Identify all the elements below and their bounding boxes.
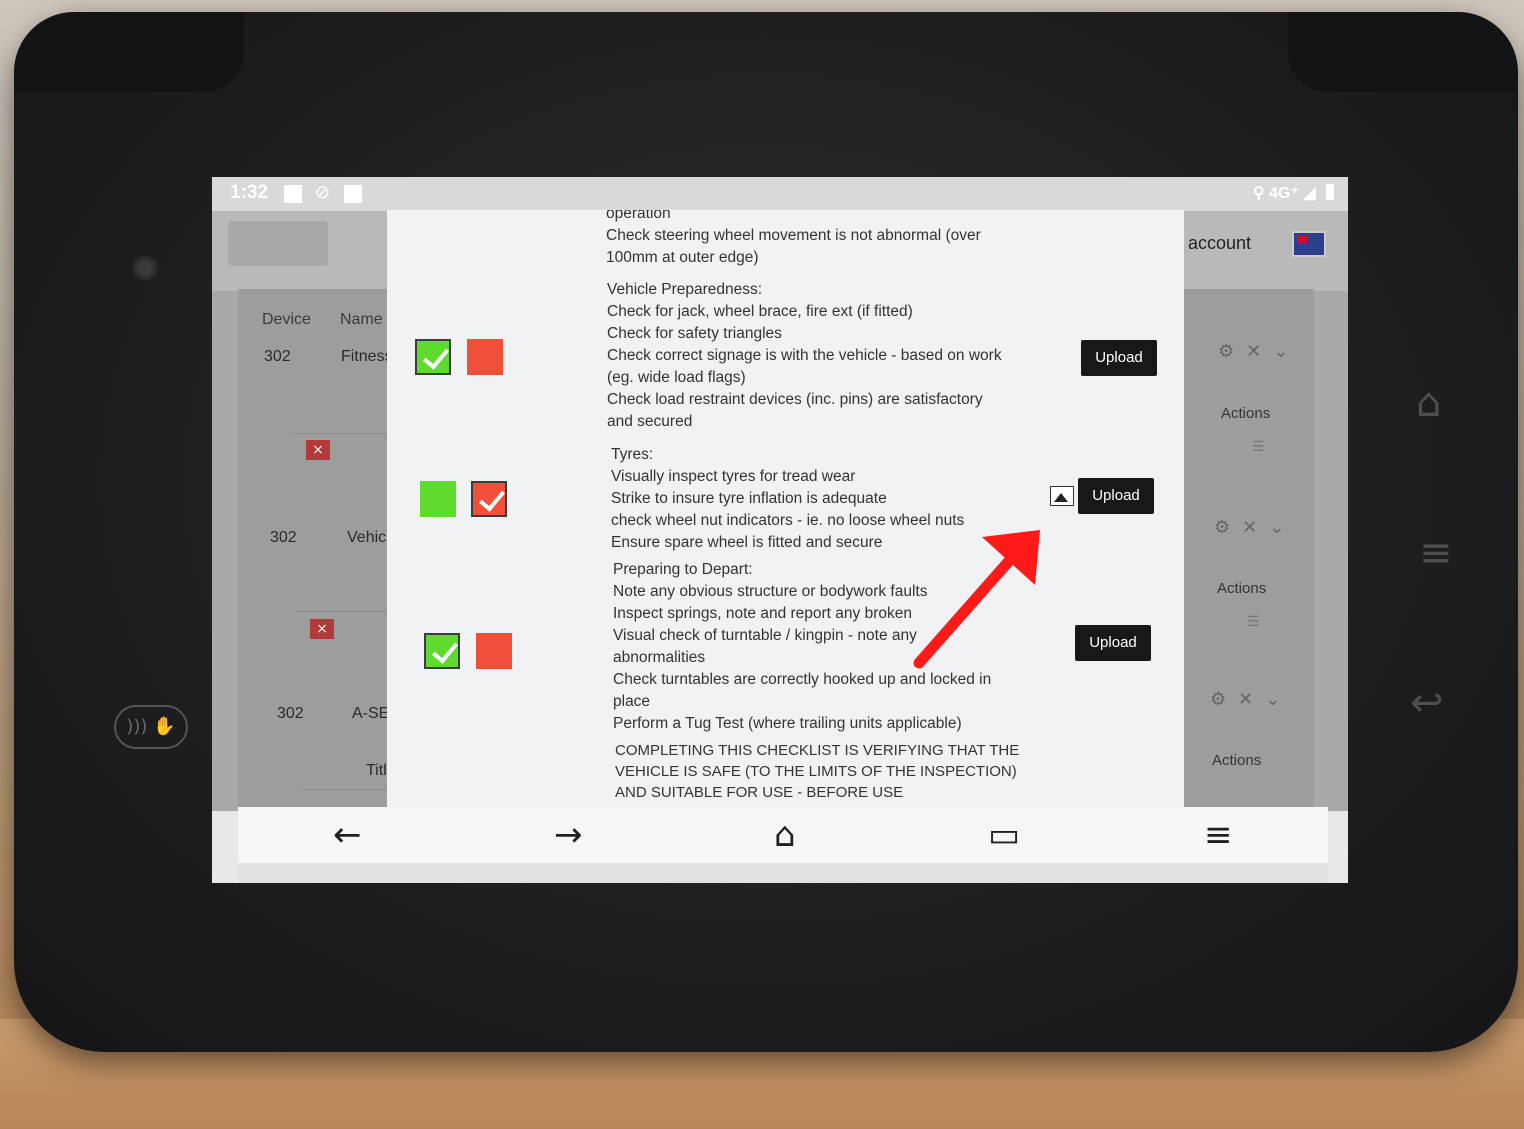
nfc-icon: ))) ✋ bbox=[114, 705, 188, 749]
hardware-home-icon[interactable]: ⌂ bbox=[1416, 380, 1441, 426]
back-arrow-icon[interactable]: ← bbox=[333, 815, 362, 855]
tablet-screen: 1:32 ⊘ ⚲ 4G⁺ ◢ account Device Name 302 F… bbox=[212, 177, 1348, 883]
forward-arrow-icon[interactable]: → bbox=[554, 815, 583, 855]
hardware-back-icon[interactable]: ↩ bbox=[1410, 680, 1444, 726]
home-icon[interactable]: ⌂ bbox=[774, 815, 796, 855]
browser-navbar: ← → ⌂ ▭ ≡ bbox=[238, 807, 1328, 863]
tabs-icon[interactable]: ▭ bbox=[988, 815, 1020, 855]
camera-icon bbox=[132, 255, 158, 281]
annotation-arrow-icon bbox=[913, 530, 1040, 669]
menu-icon[interactable]: ≡ bbox=[1204, 815, 1233, 855]
hardware-menu-icon[interactable]: ≡ bbox=[1419, 530, 1453, 576]
